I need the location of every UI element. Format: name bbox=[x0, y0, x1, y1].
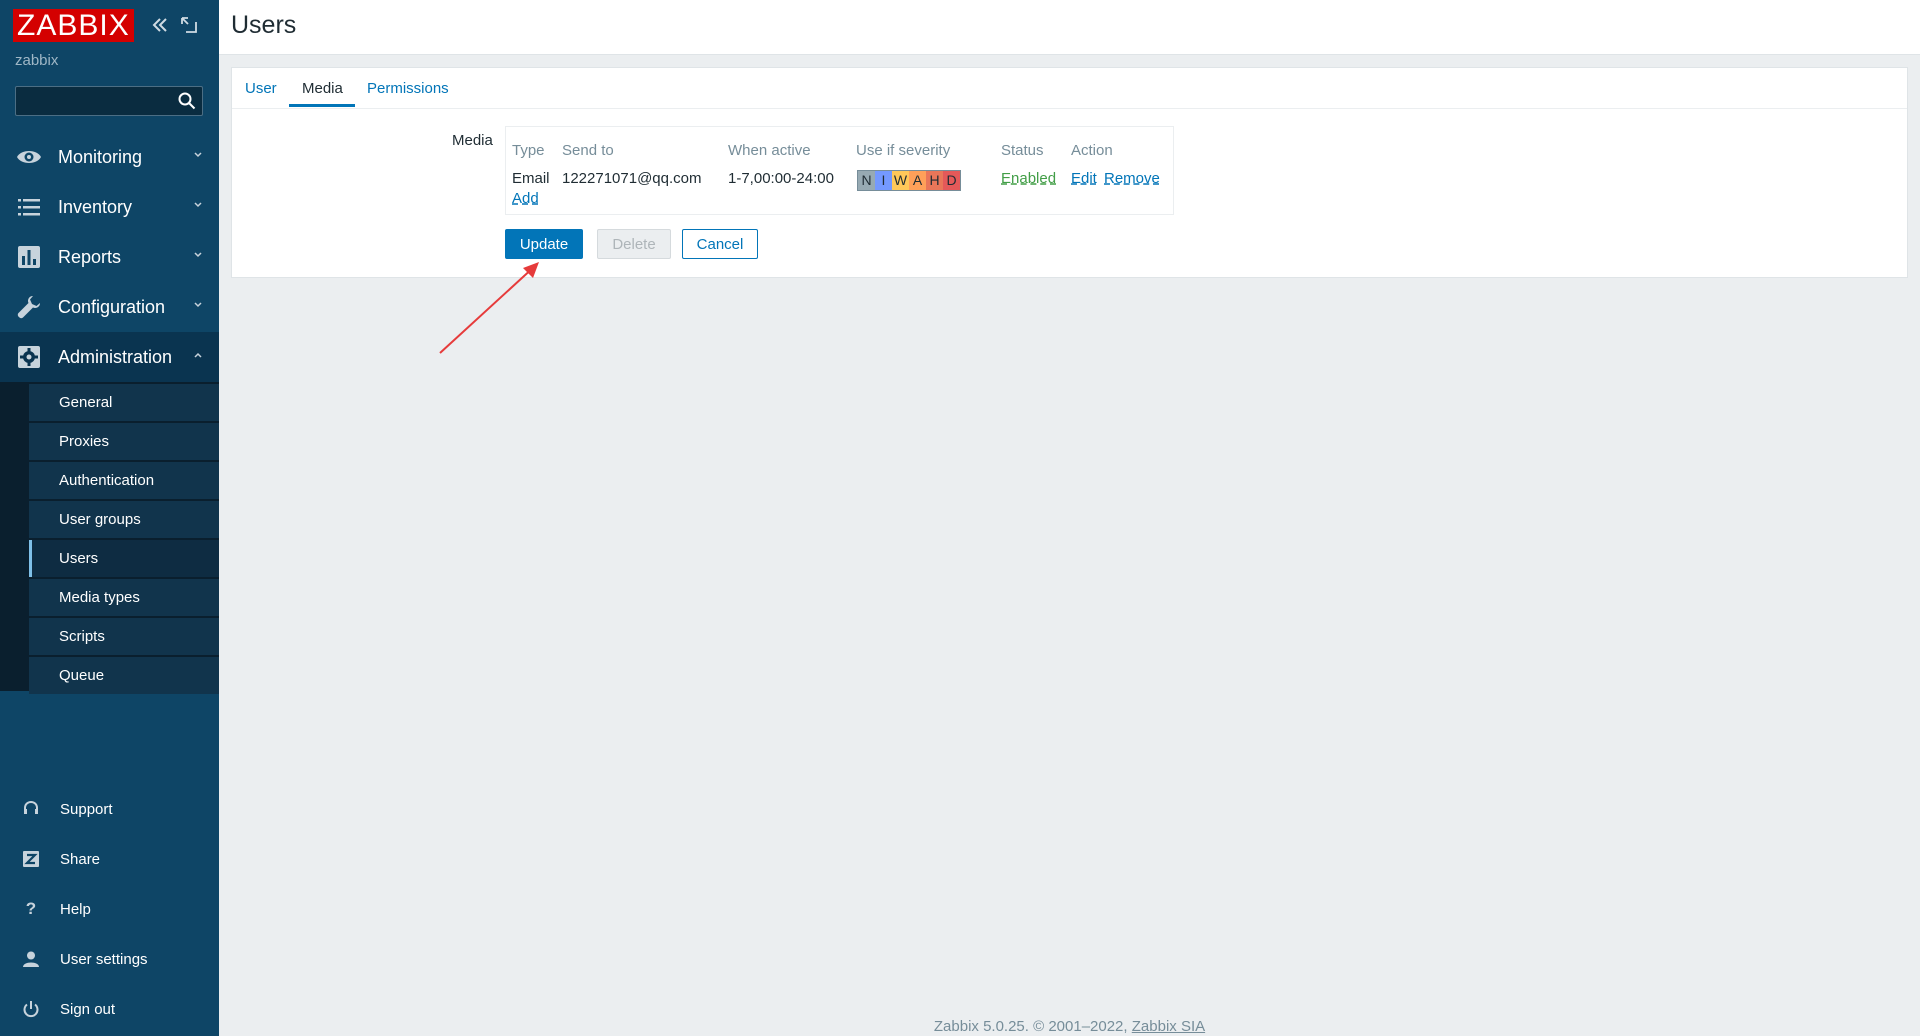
menu-label: Configuration bbox=[58, 296, 166, 317]
column-header-severity: Use if severity bbox=[856, 142, 951, 159]
column-header-send-to: Send to bbox=[562, 142, 614, 159]
page-title: Users bbox=[231, 11, 297, 39]
bar-chart-icon bbox=[16, 244, 42, 270]
submenu-item-media-types[interactable]: Media types bbox=[29, 579, 219, 616]
menu-configuration[interactable]: Configuration bbox=[0, 282, 219, 332]
media-edit-link[interactable]: Edit bbox=[1071, 170, 1097, 187]
footer-vendor-link[interactable]: Zabbix SIA bbox=[1132, 1018, 1205, 1035]
bottom-item-label: Share bbox=[60, 850, 101, 868]
search-icon[interactable] bbox=[178, 92, 196, 110]
gear-icon bbox=[16, 344, 42, 370]
annotation-arrow-icon bbox=[439, 262, 539, 354]
collapse-sidebar-icon[interactable] bbox=[149, 14, 171, 36]
page-header: Users bbox=[219, 0, 1920, 55]
zabbix-logo[interactable]: ZABBIX bbox=[13, 9, 134, 42]
kiosk-mode-icon[interactable] bbox=[178, 14, 200, 36]
share-link[interactable]: Share bbox=[0, 839, 219, 879]
search-input[interactable] bbox=[20, 88, 174, 116]
submenu-item-authentication[interactable]: Authentication bbox=[29, 462, 219, 499]
submenu-item-user-groups[interactable]: User groups bbox=[29, 501, 219, 538]
cancel-button[interactable]: Cancel bbox=[682, 229, 758, 259]
severity-warning: W bbox=[892, 171, 909, 190]
severity-information: I bbox=[875, 171, 892, 190]
media-when-active-cell: 1-7,00:00-24:00 bbox=[728, 170, 834, 187]
column-header-status: Status bbox=[1001, 142, 1044, 159]
help-icon: ? bbox=[25, 899, 37, 918]
menu-reports[interactable]: Reports bbox=[0, 232, 219, 282]
bottom-item-label: Sign out bbox=[60, 1000, 116, 1018]
update-button[interactable]: Update bbox=[505, 229, 583, 259]
active-tab-indicator bbox=[289, 104, 355, 107]
column-header-action: Action bbox=[1071, 142, 1113, 159]
help-link[interactable]: ? Help bbox=[0, 889, 219, 929]
menu-label: Inventory bbox=[58, 196, 133, 217]
menu-label: Administration bbox=[58, 346, 173, 367]
delete-button: Delete bbox=[597, 229, 671, 259]
footer-copyright: Zabbix 5.0.25. © 2001–2022, bbox=[933, 1018, 1132, 1035]
tab-user[interactable]: User bbox=[245, 80, 277, 97]
share-icon bbox=[21, 849, 41, 869]
media-add-link[interactable]: Add bbox=[512, 190, 539, 207]
column-header-type: Type bbox=[512, 142, 545, 159]
severity-high: H bbox=[926, 171, 943, 190]
bottom-item-label: Help bbox=[60, 900, 91, 918]
page-footer: Zabbix 5.0.25. © 2001–2022, Zabbix SIA bbox=[219, 1018, 1920, 1035]
user-form: User Media Permissions Media Type Send t… bbox=[231, 67, 1908, 278]
bottom-item-label: Support bbox=[60, 800, 113, 818]
submenu-item-general[interactable]: General bbox=[29, 384, 219, 421]
submenu-item-queue[interactable]: Queue bbox=[29, 657, 219, 694]
column-header-when-active: When active bbox=[728, 142, 811, 159]
menu-monitoring[interactable]: Monitoring bbox=[0, 132, 219, 182]
wrench-icon bbox=[16, 294, 42, 320]
headset-icon bbox=[21, 799, 41, 819]
menu-label: Monitoring bbox=[58, 146, 143, 167]
user-icon bbox=[21, 949, 41, 969]
tab-bar: User Media Permissions bbox=[232, 68, 1907, 109]
tab-media[interactable]: Media bbox=[302, 80, 343, 97]
tab-permissions[interactable]: Permissions bbox=[367, 80, 449, 97]
media-remove-link[interactable]: Remove bbox=[1104, 170, 1160, 187]
server-name: zabbix bbox=[15, 52, 59, 69]
severity-disaster: D bbox=[943, 171, 960, 190]
chevron-down-icon bbox=[194, 202, 202, 208]
bottom-item-label: User settings bbox=[60, 950, 148, 968]
severity-not-classified: N bbox=[858, 171, 875, 190]
media-table: Type Send to When active Use if severity… bbox=[505, 126, 1174, 215]
chevron-down-icon bbox=[194, 152, 202, 158]
severity-indicator: N I W A H D bbox=[857, 170, 961, 191]
chevron-down-icon bbox=[194, 252, 202, 258]
user-settings-link[interactable]: User settings bbox=[0, 939, 219, 979]
power-icon bbox=[21, 999, 41, 1019]
menu-label: Reports bbox=[58, 246, 122, 267]
severity-average: A bbox=[909, 171, 926, 190]
submenu-item-users[interactable]: Users bbox=[29, 540, 219, 577]
eye-icon bbox=[16, 144, 42, 170]
chevron-down-icon bbox=[194, 302, 202, 308]
menu-inventory[interactable]: Inventory bbox=[0, 182, 219, 232]
submenu-item-proxies[interactable]: Proxies bbox=[29, 423, 219, 460]
media-field-label: Media bbox=[452, 132, 493, 149]
media-send-to-cell: 122271071@qq.com bbox=[562, 170, 702, 187]
search-field[interactable] bbox=[15, 86, 203, 116]
support-link[interactable]: Support bbox=[0, 789, 219, 829]
chevron-up-icon bbox=[194, 352, 202, 358]
sign-out-link[interactable]: Sign out bbox=[0, 989, 219, 1029]
media-type-cell: Email bbox=[512, 170, 550, 187]
sidebar: ZABBIX zabbix Monitoring Inventory Repor… bbox=[0, 0, 219, 1036]
menu-administration[interactable]: Administration bbox=[0, 332, 219, 382]
administration-submenu: General Proxies Authentication User grou… bbox=[0, 382, 219, 694]
media-status-toggle[interactable]: Enabled bbox=[1001, 170, 1056, 187]
submenu-item-scripts[interactable]: Scripts bbox=[29, 618, 219, 655]
list-icon bbox=[16, 194, 42, 220]
